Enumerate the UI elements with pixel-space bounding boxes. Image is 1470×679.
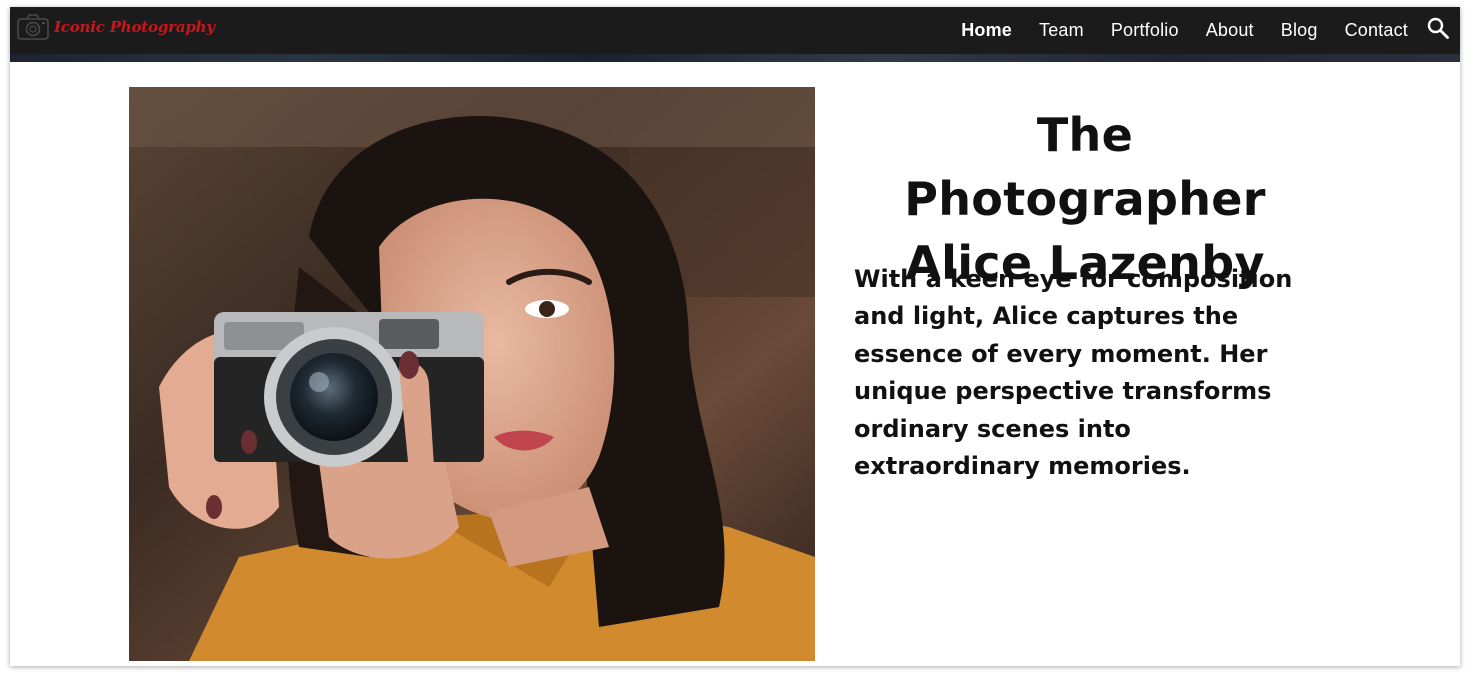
browser-viewport: Iconic Photography Home Team Portfolio A… [10,7,1460,666]
header-image-strip [10,54,1460,62]
search-icon[interactable] [1426,16,1450,40]
title-line-1: The Photographer [904,108,1266,226]
photographer-photo [129,87,815,661]
nav-blog[interactable]: Blog [1281,20,1318,41]
main-nav: Home Team Portfolio About Blog Contact [961,7,1408,54]
nav-about[interactable]: About [1206,20,1254,41]
nav-team[interactable]: Team [1039,20,1084,41]
nav-contact[interactable]: Contact [1345,20,1408,41]
logo-text: Iconic Photography [54,18,215,36]
top-navbar: Iconic Photography Home Team Portfolio A… [10,7,1460,62]
site-logo[interactable]: Iconic Photography [16,13,215,41]
nav-home[interactable]: Home [961,20,1012,41]
bio-paragraph: With a keen eye for composition and ligh… [854,265,1293,481]
camera-icon [17,14,49,40]
nav-portfolio[interactable]: Portfolio [1111,20,1179,41]
woman-with-camera-image [129,87,815,661]
